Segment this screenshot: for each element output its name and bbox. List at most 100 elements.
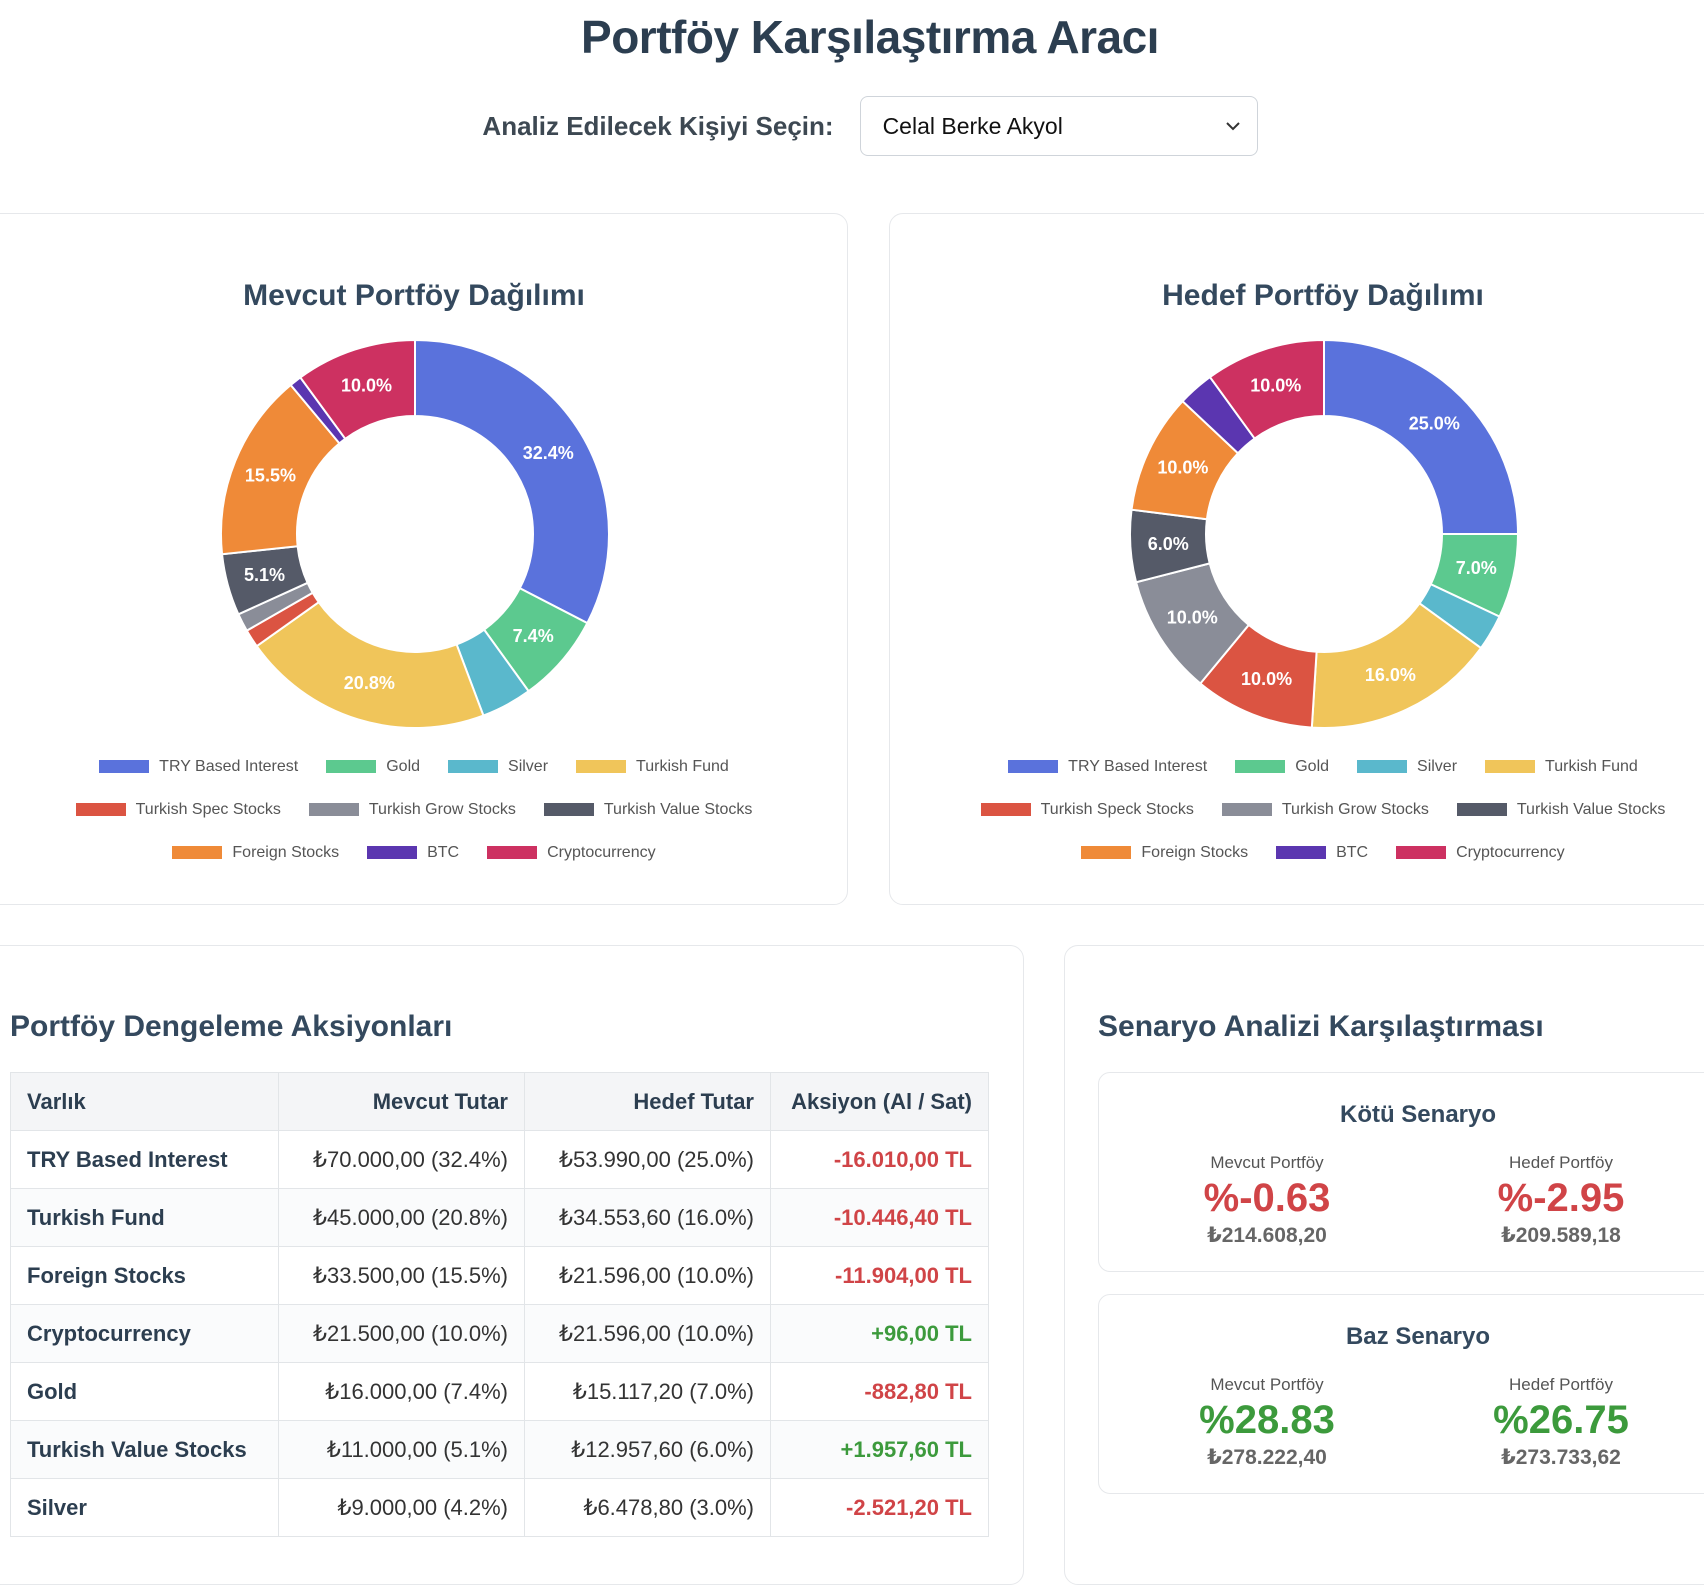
- table-row: Silver ₺9.000,00 (4.2%) ₺6.478,80 (3.0%) -2…: [10, 1478, 989, 1537]
- legend-item[interactable]: Turkish Grow Stocks: [308, 801, 516, 819]
- legend-label: TRY Based Interest: [159, 757, 299, 775]
- legend-swatch: [448, 760, 499, 773]
- cell-asset: Turkish Fund: [10, 1188, 279, 1247]
- slice-label: 10.0%: [1167, 608, 1218, 628]
- legend-item[interactable]: Foreign Stocks: [172, 844, 339, 862]
- legend-swatch: [487, 846, 538, 859]
- col-asset: Varlık: [10, 1072, 279, 1131]
- col-action: Aksiyon (Al / Sat): [770, 1072, 989, 1131]
- legend-item[interactable]: Gold: [1235, 758, 1329, 776]
- legend-item[interactable]: Cryptocurrency: [1396, 843, 1565, 862]
- slice-label: 15.5%: [245, 465, 296, 485]
- legend-label: BTC: [1336, 843, 1369, 861]
- legend-swatch: [980, 803, 1031, 816]
- current-portfolio-card: Mevcut Portföy Dağılımı 32.4% 7.4% 20.8% 5.…: [0, 213, 848, 905]
- cell-target: ₺21.596,00 (10.0%): [524, 1246, 771, 1305]
- cell-action: +96,00 TL: [770, 1304, 989, 1363]
- donut-slice[interactable]: [414, 338, 610, 625]
- col-current: Mevcut Tutar: [278, 1072, 525, 1131]
- slice-label: 10.0%: [1157, 458, 1208, 478]
- slice-label: 5.1%: [244, 565, 285, 585]
- cell-asset: Foreign Stocks: [10, 1246, 279, 1305]
- scenario-1: Kötü Senaryo Mevcut Portföy %-0.63 ₺214.608…: [1098, 1072, 1704, 1272]
- legend-item[interactable]: Silver: [448, 758, 548, 776]
- person-selector-label: Analiz Edilecek Kişiyi Seçin:: [482, 110, 834, 141]
- scenario-current-amount: ₺214.608,20: [1207, 1224, 1327, 1247]
- legend-label: Turkish Fund: [636, 757, 729, 775]
- legend-item[interactable]: BTC: [1276, 844, 1368, 862]
- legend-label: Turkish Value Stocks: [1516, 800, 1666, 818]
- legend-item[interactable]: Turkish Speck Stocks: [980, 801, 1194, 819]
- cell-current: ₺16.000,00 (7.4%): [278, 1362, 525, 1421]
- slice-label: 16.0%: [1365, 665, 1416, 685]
- legend-swatch: [1221, 803, 1272, 816]
- cell-current: ₺21.500,00 (10.0%): [278, 1304, 525, 1363]
- table-row: TRY Based Interest ₺70.000,00 (32.4%) ₺53.…: [10, 1130, 989, 1189]
- legend-item[interactable]: Turkish Grow Stocks: [1221, 800, 1429, 819]
- scenario-target: Hedef Portföy %26.75 ₺273.733,62: [1441, 1375, 1681, 1470]
- legend-item[interactable]: Foreign Stocks: [1081, 844, 1248, 862]
- table-row: Turkish Value Stocks ₺11.000,00 (5.1%) ₺12…: [10, 1420, 989, 1479]
- legend-swatch: [99, 760, 150, 773]
- legend-item[interactable]: Turkish Fund: [1485, 758, 1638, 776]
- current-portfolio-legend: TRY Based Interest Gold Silver Turkish Fund…: [0, 745, 847, 874]
- legend-label: TRY Based Interest: [1068, 757, 1208, 775]
- cell-target: ₺12.957,60 (6.0%): [524, 1420, 771, 1479]
- cell-current: ₺33.500,00 (15.5%): [278, 1246, 525, 1305]
- legend-label: Turkish Grow Stocks: [1281, 800, 1429, 818]
- legend-swatch: [326, 760, 377, 773]
- table-row: Turkish Fund ₺45.000,00 (20.8%) ₺34.553,60…: [10, 1188, 989, 1247]
- legend-swatch: [1357, 760, 1408, 773]
- cell-asset: Cryptocurrency: [10, 1304, 279, 1363]
- donut-slice[interactable]: [1323, 338, 1520, 535]
- legend-item[interactable]: Turkish Value Stocks: [543, 801, 752, 819]
- legend-row: TRY Based Interest Gold Silver Turkish Fund: [890, 745, 1704, 788]
- scenario-current-pct: %-0.63: [1203, 1176, 1331, 1220]
- legend-label: Cryptocurrency: [1456, 843, 1565, 861]
- slice-label: 25.0%: [1409, 414, 1460, 434]
- legend-item[interactable]: Turkish Fund: [576, 758, 729, 776]
- scenario-current: Mevcut Portföy %-0.63 ₺214.608,20: [1147, 1153, 1387, 1248]
- scenario-target-pct: %26.75: [1493, 1398, 1629, 1442]
- legend-swatch: [576, 760, 627, 773]
- chevron-down-icon: [1225, 122, 1240, 131]
- legend-item[interactable]: TRY Based Interest: [99, 758, 298, 776]
- cell-asset: Gold: [10, 1362, 279, 1421]
- legend-swatch: [1456, 803, 1507, 816]
- legend-item[interactable]: BTC: [367, 844, 459, 862]
- legend-item[interactable]: Turkish Value Stocks: [1456, 800, 1666, 819]
- legend-item[interactable]: Gold: [326, 758, 420, 776]
- legend-item[interactable]: Cryptocurrency: [487, 844, 656, 862]
- table-header-row: Varlık Mevcut Tutar Hedef Tutar Aksiyon …: [10, 1072, 989, 1131]
- legend-row: Foreign Stocks BTC Cryptocurrency: [0, 831, 847, 874]
- legend-row: Foreign Stocks BTC Cryptocurrency: [890, 831, 1704, 874]
- cell-action: -882,80 TL: [770, 1362, 989, 1421]
- slice-label: 32.4%: [523, 443, 574, 463]
- legend-swatch: [1008, 760, 1059, 773]
- legend-label: Silver: [508, 757, 549, 775]
- scenario-target-label: Hedef Portföy: [1509, 1153, 1613, 1172]
- legend-swatch: [1081, 846, 1132, 859]
- legend-item[interactable]: TRY Based Interest: [1008, 758, 1207, 776]
- cell-target: ₺53.990,00 (25.0%): [524, 1130, 771, 1189]
- slice-label: 10.0%: [1250, 376, 1301, 396]
- scenario-target-label: Hedef Portföy: [1509, 1375, 1613, 1394]
- table-row: Cryptocurrency ₺21.500,00 (10.0%) ₺21.596,…: [10, 1304, 989, 1363]
- scenario-current-amount: ₺278.222,40: [1207, 1446, 1327, 1469]
- person-select[interactable]: Celal Berke Akyol: [859, 96, 1258, 156]
- legend-item[interactable]: Silver: [1357, 758, 1457, 776]
- page-title: Portföy Karşılaştırma Aracı: [581, 11, 1159, 63]
- scenario-2: Baz Senaryo Mevcut Portföy %28.83 ₺278.222,…: [1098, 1294, 1704, 1494]
- legend-item[interactable]: Turkish Spec Stocks: [75, 800, 281, 819]
- legend-swatch: [367, 846, 418, 859]
- legend-swatch: [1276, 846, 1327, 859]
- legend-label: Turkish Fund: [1545, 757, 1638, 775]
- scenario-target: Hedef Portföy %-2.95 ₺209.589,18: [1441, 1153, 1681, 1248]
- scenario-target-amount: ₺273.733,62: [1501, 1446, 1621, 1469]
- col-target: Hedef Tutar: [524, 1072, 771, 1131]
- legend-label: Silver: [1417, 757, 1458, 775]
- rebalance-title: Portföy Dengeleme Aksiyonları: [10, 1010, 453, 1043]
- slice-label: 20.8%: [344, 673, 395, 693]
- legend-label: Turkish Spec Stocks: [135, 800, 281, 818]
- cell-current: ₺9.000,00 (4.2%): [278, 1478, 525, 1537]
